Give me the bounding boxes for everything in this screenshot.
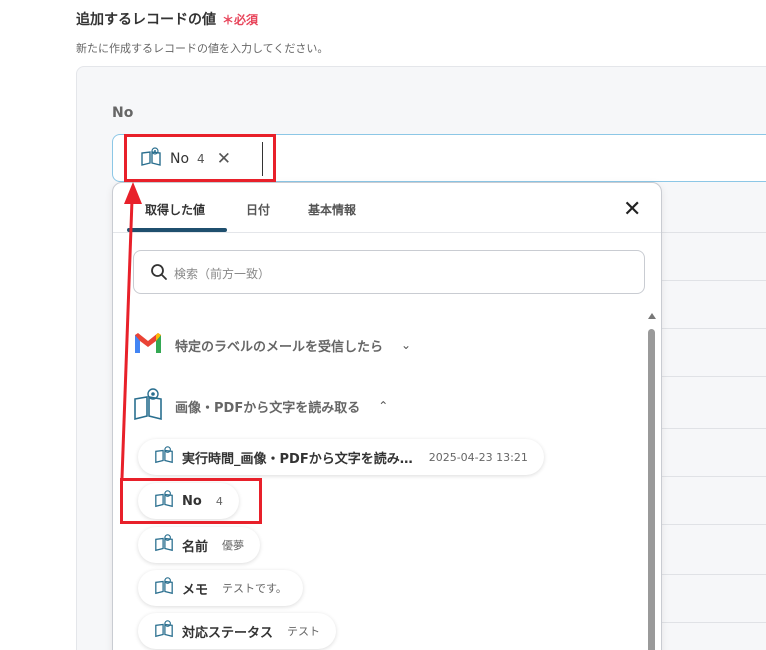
annotation-arrow (120, 182, 142, 479)
